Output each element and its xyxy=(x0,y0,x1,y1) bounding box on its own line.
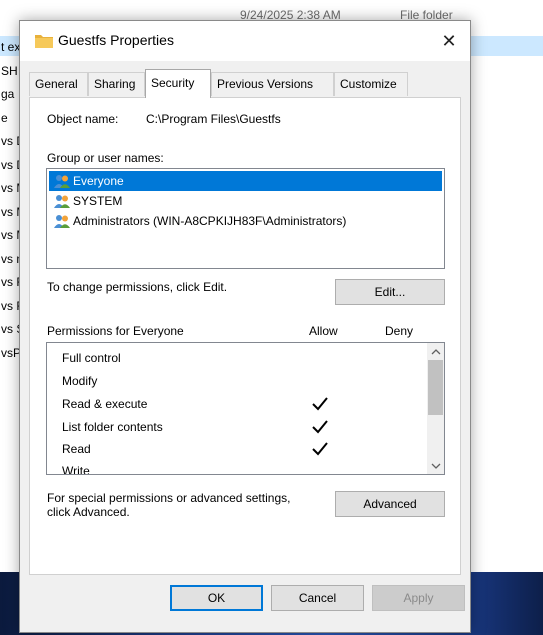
tab-sharing[interactable]: Sharing xyxy=(88,72,145,96)
object-name-value: C:\Program Files\Guestfs xyxy=(146,112,281,126)
deny-column-header: Deny xyxy=(385,324,414,338)
chevron-up-icon[interactable] xyxy=(427,343,444,360)
folder-icon xyxy=(35,35,53,48)
user-row-system[interactable]: SYSTEM xyxy=(49,191,442,211)
scrollbar-thumb[interactable] xyxy=(428,360,443,415)
user-row-everyone[interactable]: Everyone xyxy=(49,171,442,191)
permission-name: Read xyxy=(62,442,91,456)
apply-button[interactable]: Apply xyxy=(372,585,465,611)
object-name-label: Object name: xyxy=(47,112,119,126)
explorer-column-header: 9/24/2025 2:38 AM File folder xyxy=(0,0,543,22)
ok-button[interactable]: OK xyxy=(170,585,263,611)
permission-name: Write xyxy=(62,464,90,475)
allow-column-header: Allow xyxy=(309,324,338,338)
tab-security[interactable]: Security xyxy=(145,69,211,98)
tab-previous-versions[interactable]: Previous Versions xyxy=(211,72,334,96)
permission-name: List folder contents xyxy=(62,420,163,434)
cancel-button[interactable]: Cancel xyxy=(271,585,364,611)
chevron-down-icon[interactable] xyxy=(427,457,444,474)
user-name-administrators: Administrators (WIN-A8CPKIJH83F\Administ… xyxy=(73,214,347,228)
title-bar[interactable]: Guestfs Properties ✕ xyxy=(20,21,470,61)
user-name-system: SYSTEM xyxy=(73,194,123,208)
users-group-icon xyxy=(54,215,70,228)
permissions-list: Full control Modify Read & execute List … xyxy=(46,342,445,475)
permission-row-full-control: Full control xyxy=(62,347,422,369)
change-permissions-text: To change permissions, click Edit. xyxy=(47,280,228,294)
permission-row-list-folder-contents: List folder contents xyxy=(62,416,422,438)
user-row-administrators[interactable]: Administrators (WIN-A8CPKIJH83F\Administ… xyxy=(49,211,442,231)
permissions-scrollbar[interactable] xyxy=(427,343,444,474)
checkmark-icon xyxy=(312,442,328,456)
permission-name: Full control xyxy=(62,351,121,365)
permission-name: Modify xyxy=(62,374,98,388)
dialog-title: Guestfs Properties xyxy=(58,32,174,48)
permission-name: Read & execute xyxy=(62,397,148,411)
tab-general[interactable]: General xyxy=(29,72,88,96)
checkmark-icon xyxy=(312,420,328,434)
user-name-everyone: Everyone xyxy=(73,174,124,188)
special-permissions-text-line2: click Advanced. xyxy=(47,505,130,519)
close-button[interactable]: ✕ xyxy=(428,21,470,61)
tab-strip: General Sharing Security Previous Versio… xyxy=(29,69,469,98)
permission-row-write: Write xyxy=(62,460,422,475)
tab-customize[interactable]: Customize xyxy=(334,72,408,96)
checkmark-icon xyxy=(312,397,328,411)
permission-row-read: Read xyxy=(62,438,422,460)
special-permissions-text-line1: For special permissions or advanced sett… xyxy=(47,491,291,505)
properties-dialog: Guestfs Properties ✕ General Sharing Sec… xyxy=(19,20,471,633)
edit-button[interactable]: Edit... xyxy=(335,279,445,305)
users-group-icon xyxy=(54,195,70,208)
permissions-for-label: Permissions for Everyone xyxy=(47,324,184,338)
close-icon: ✕ xyxy=(441,30,457,51)
permission-row-read-execute: Read & execute xyxy=(62,393,422,415)
permission-row-modify: Modify xyxy=(62,370,422,392)
group-names-label: Group or user names: xyxy=(47,151,164,165)
advanced-button[interactable]: Advanced xyxy=(335,491,445,517)
users-group-icon xyxy=(54,175,70,188)
user-list: Everyone SYSTEM Administrators (WIN-A8CP… xyxy=(46,168,445,269)
